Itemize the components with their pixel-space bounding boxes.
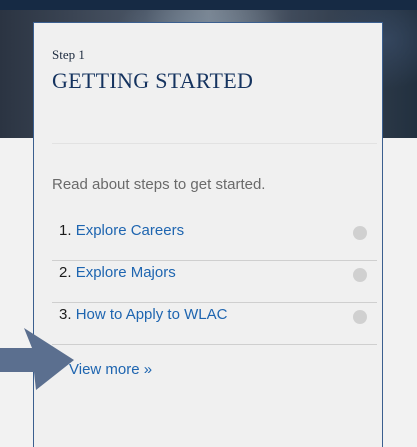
explore-majors-link[interactable]: Explore Majors <box>76 264 176 281</box>
list-item-explore-majors[interactable]: 2. Explore Majors <box>52 261 377 303</box>
step-card: Step 1 GETTING STARTED Read about steps … <box>33 22 383 447</box>
arrow-pointer-icon <box>0 328 74 390</box>
step-number: 2. <box>59 264 72 281</box>
list-item-explore-careers[interactable]: 1. Explore Careers <box>52 219 377 261</box>
header-divider <box>52 143 377 144</box>
step-label: Step 1 <box>52 47 85 62</box>
explore-careers-link[interactable]: Explore Careers <box>76 222 184 239</box>
steps-list: 1. Explore Careers 2. Explore Majors 3. … <box>52 219 377 345</box>
hero-top-stripe <box>0 0 417 10</box>
step-number: 1. <box>59 222 72 239</box>
page: Step 1 GETTING STARTED Read about steps … <box>0 0 417 447</box>
status-dot-icon <box>353 268 367 282</box>
card-title: GETTING STARTED <box>52 68 254 93</box>
card-header: Step 1 GETTING STARTED <box>34 23 382 94</box>
view-more-link[interactable]: View more » <box>69 361 152 378</box>
card-intro-text: Read about steps to get started. <box>52 176 266 193</box>
status-dot-icon <box>353 226 367 240</box>
how-to-apply-link[interactable]: How to Apply to WLAC <box>76 306 228 323</box>
arrow-shape <box>0 328 74 390</box>
status-dot-icon <box>353 310 367 324</box>
list-item-how-to-apply[interactable]: 3. How to Apply to WLAC <box>52 303 377 345</box>
